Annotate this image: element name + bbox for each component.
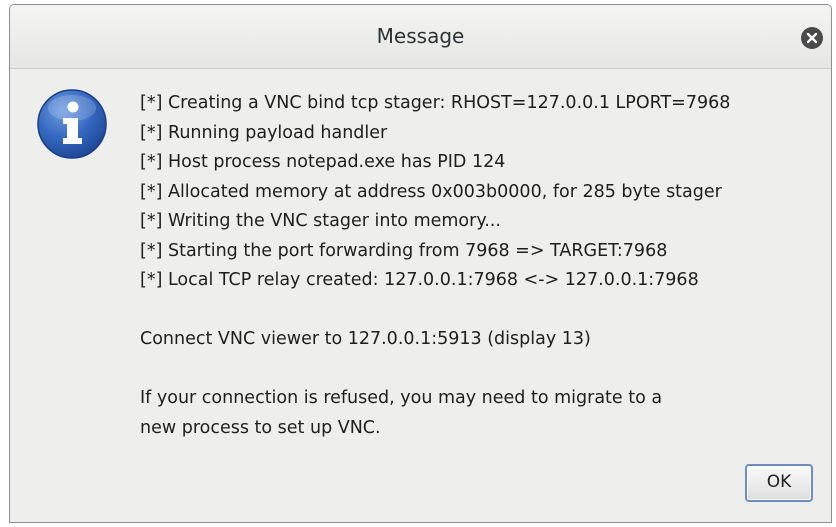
- dialog-title: Message: [376, 24, 465, 48]
- refused-note-line-2: new process to set up VNC.: [140, 417, 381, 438]
- log-line: [*] Local TCP relay created: 127.0.0.1:7…: [140, 270, 699, 290]
- log-line: [*] Host process notepad.exe has PID 124: [140, 152, 506, 172]
- message-dialog: Message [*] Creating a VNC bind tcp stag…: [9, 4, 832, 523]
- message-body: [*] Creating a VNC bind tcp stager: RHOS…: [140, 89, 820, 443]
- connect-instruction: Connect VNC viewer to 127.0.0.1:5913 (di…: [140, 329, 591, 349]
- close-icon[interactable]: [801, 27, 823, 49]
- log-line: [*] Allocated memory at address 0x003b00…: [140, 181, 722, 202]
- info-icon: [36, 88, 108, 160]
- log-line: [*] Starting the port forwarding from 79…: [140, 240, 668, 261]
- ok-button[interactable]: OK: [745, 464, 813, 502]
- log-line: [*] Running payload handler: [140, 122, 388, 143]
- refused-note-line-1: If your connection is refused, you may n…: [140, 388, 663, 408]
- log-line: [*] Creating a VNC bind tcp stager: RHOS…: [140, 93, 731, 113]
- title-bar[interactable]: Message: [10, 5, 831, 69]
- log-line: [*] Writing the VNC stager into memory..…: [140, 211, 501, 231]
